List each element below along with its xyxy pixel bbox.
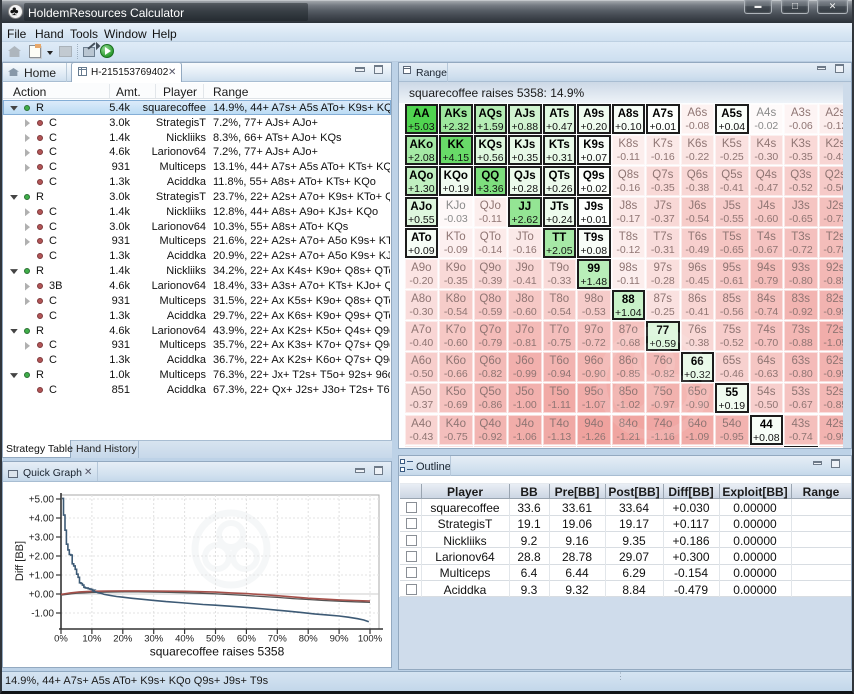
svg-text:-1.00: -1.00 [31, 609, 54, 620]
svg-text:+3.00: +3.00 [29, 533, 55, 544]
svg-text:100%: 100% [358, 634, 383, 645]
svg-text:10%: 10% [82, 634, 102, 645]
svg-text:50%: 50% [206, 634, 226, 645]
svg-text:80%: 80% [299, 634, 319, 645]
svg-text:Diff [BB]: Diff [BB] [14, 541, 26, 581]
svg-text:squarecoffee raises 5358: squarecoffee raises 5358 [150, 645, 285, 659]
svg-text:90%: 90% [330, 634, 350, 645]
svg-text:20%: 20% [113, 634, 133, 645]
svg-text:+5.00: +5.00 [29, 495, 55, 506]
svg-text:0%: 0% [54, 634, 68, 645]
svg-text:+4.00: +4.00 [29, 514, 55, 525]
svg-text:+1.00: +1.00 [29, 571, 55, 582]
svg-text:60%: 60% [237, 634, 257, 645]
svg-text:+2.00: +2.00 [29, 552, 55, 563]
svg-text:30%: 30% [144, 634, 164, 645]
svg-text:+0.00: +0.00 [29, 590, 55, 601]
svg-text:70%: 70% [268, 634, 288, 645]
svg-text:40%: 40% [175, 634, 195, 645]
